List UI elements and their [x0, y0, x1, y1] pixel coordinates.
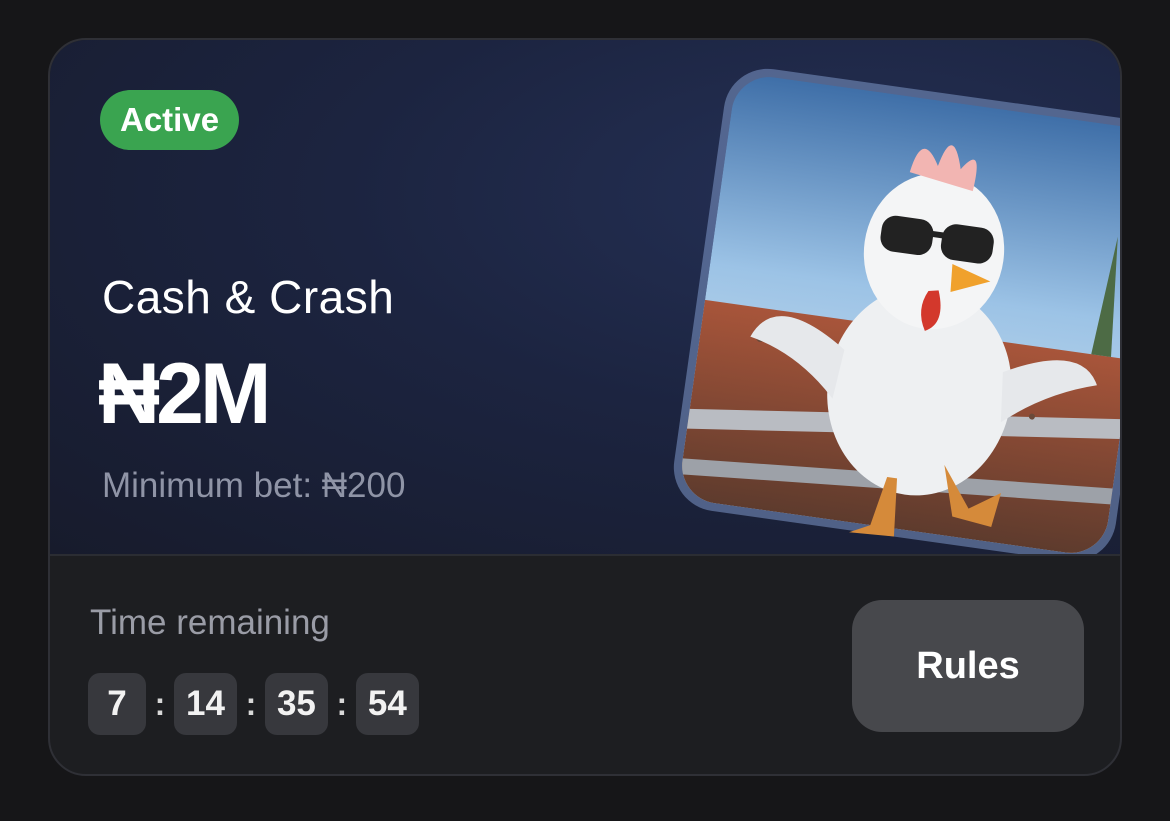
status-badge: Active	[100, 90, 240, 150]
promo-card: Active Cash & Crash ₦2M Minimum bet: ₦20…	[48, 38, 1122, 776]
promo-hero: Active Cash & Crash ₦2M Minimum bet: ₦20…	[50, 40, 1120, 556]
countdown-timer: 7 : 14 : 35 : 54	[88, 673, 419, 735]
countdown-minutes: 35	[264, 673, 328, 735]
promo-footer: Time remaining 7 : 14 : 35 : 54 Rules	[50, 558, 1120, 774]
countdown-separator: :	[154, 685, 166, 722]
countdown-days: 7	[88, 673, 146, 735]
countdown-seconds: 54	[355, 673, 419, 735]
prize-amount: ₦2M	[98, 346, 272, 442]
countdown-separator: :	[336, 685, 348, 722]
rules-button[interactable]: Rules	[852, 600, 1084, 732]
game-title: Cash & Crash	[102, 271, 395, 323]
minimum-bet-text: Minimum bet: ₦200	[102, 466, 406, 505]
time-remaining-label: Time remaining	[90, 603, 330, 642]
game-artwork	[673, 68, 1120, 554]
countdown-hours: 14	[174, 673, 237, 735]
countdown-separator: :	[245, 685, 257, 722]
